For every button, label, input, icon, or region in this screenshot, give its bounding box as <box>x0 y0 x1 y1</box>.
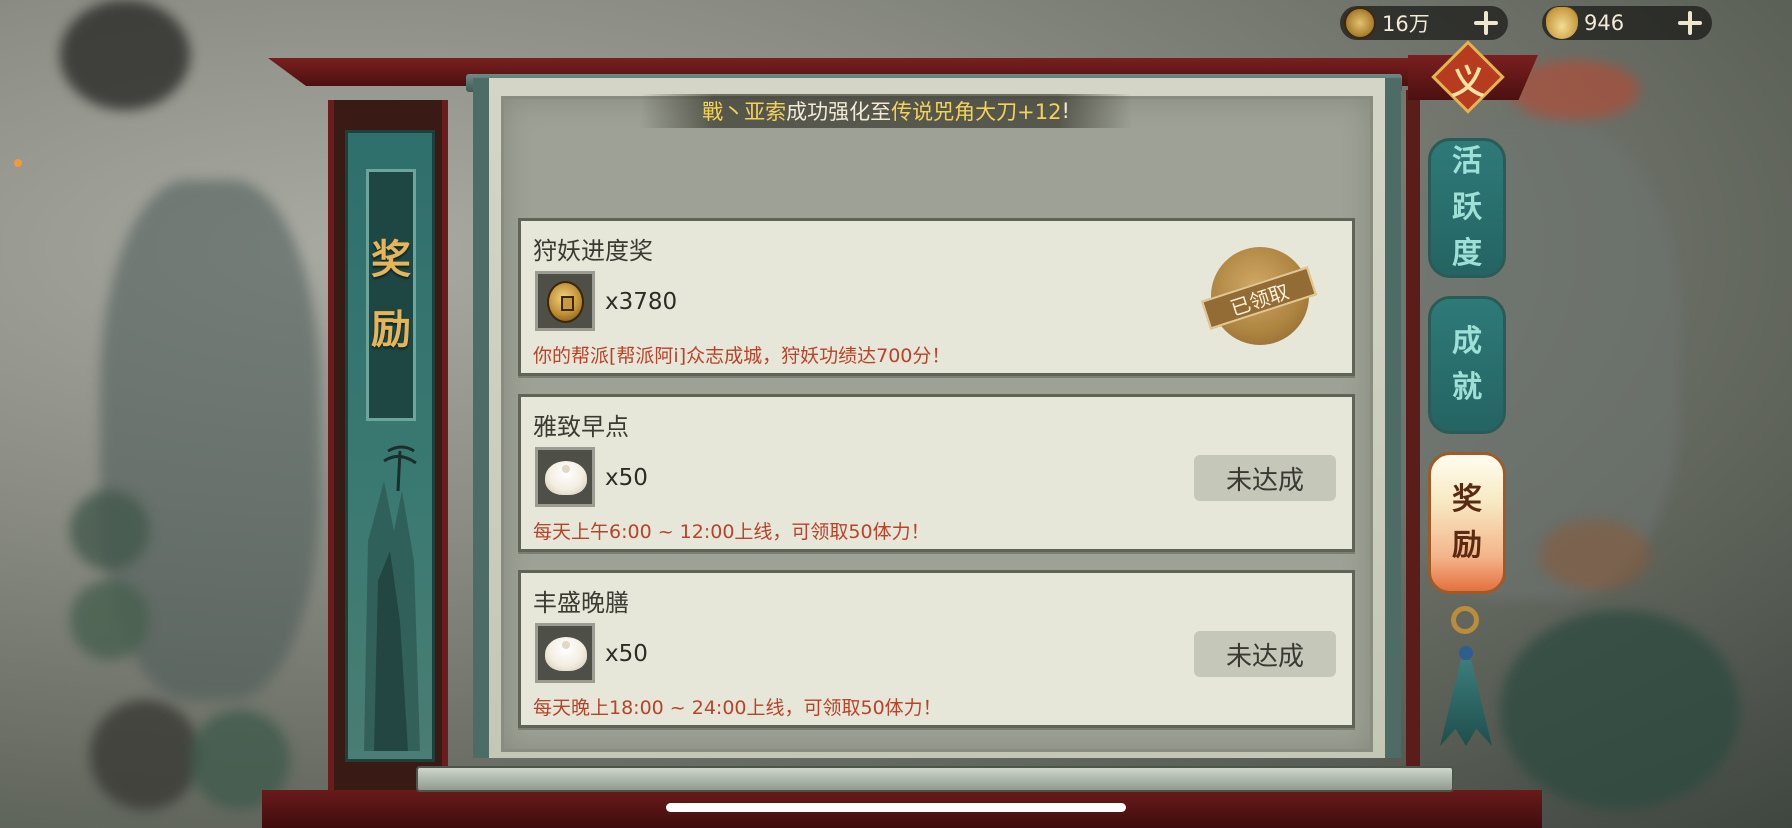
reward-title: 雅致早点 <box>533 413 629 441</box>
marquee-end: ! <box>1061 99 1070 123</box>
frame-right-pillar <box>1406 90 1420 790</box>
gold-ingot-icon <box>1546 7 1578 39</box>
reward-card: 丰盛晚膳 x50 每天晚上18:00 ~ 24:00上线，可领取50体力！ 未达… <box>518 570 1355 728</box>
scroll-bottom-rod <box>416 766 1454 792</box>
broadcast-marquee: 戰丶亚索 成功强化至 传说兕角大刀+12 ! <box>640 94 1132 128</box>
claimed-status-label: 已领取 <box>1201 266 1317 330</box>
reward-description: 每天晚上18:00 ~ 24:00上线，可领取50体力！ <box>533 697 942 719</box>
reward-item-slot[interactable] <box>535 623 595 683</box>
marquee-item-name: 传说兕角大刀+12 <box>891 100 1062 124</box>
jade-ring-ornament <box>1451 606 1479 634</box>
gold-ingot-counter: 946 <box>1542 6 1712 40</box>
steamed-bun-icon <box>545 461 587 495</box>
copper-coin-icon <box>1344 7 1376 39</box>
tab-label-char: 跃 <box>1452 190 1482 225</box>
banner-char: 奖 <box>371 236 411 283</box>
reward-card: 雅致早点 x50 每天上午6:00 ~ 12:00上线，可领取50体力！ 未达成 <box>518 394 1355 552</box>
tab-label-char: 活 <box>1452 144 1482 179</box>
reward-description: 你的帮派[帮派阿i]众志成城，狩妖功绩达700分！ <box>533 345 951 367</box>
add-coin-button[interactable] <box>1472 9 1500 37</box>
tab-rewards[interactable]: 奖 励 <box>1428 452 1506 594</box>
steamed-bun-icon <box>545 637 587 671</box>
gold-ingot-value: 946 <box>1584 11 1625 35</box>
not-achieved-button[interactable]: 未达成 <box>1194 455 1336 501</box>
reward-description: 每天上午6:00 ~ 12:00上线，可领取50体力！ <box>533 521 930 543</box>
copper-coin-icon <box>547 281 584 323</box>
reward-title: 狩妖进度奖 <box>533 237 653 265</box>
notification-dot <box>14 159 22 167</box>
add-ingot-button[interactable] <box>1676 9 1704 37</box>
tab-label-char: 励 <box>1452 528 1482 563</box>
tab-label-char: 就 <box>1452 370 1482 405</box>
marquee-text: 成功强化至 <box>786 100 892 124</box>
not-achieved-button[interactable]: 未达成 <box>1194 631 1336 677</box>
tab-label-char: 成 <box>1452 324 1482 359</box>
tab-label-char: 度 <box>1452 236 1482 271</box>
reward-quantity: x3780 <box>605 289 678 315</box>
tab-activity[interactable]: 活 跃 度 <box>1428 138 1506 278</box>
guild-emblem-char: 义 <box>1451 63 1485 103</box>
copper-coin-value: 16万 <box>1382 12 1430 36</box>
reward-quantity: x50 <box>605 641 648 667</box>
reward-card: 狩妖进度奖 x3780 你的帮派[帮派阿i]众志成城，狩妖功绩达700分！ 已领… <box>518 218 1355 376</box>
banner-char: 励 <box>371 306 411 353</box>
section-banner: 奖 励 <box>345 130 435 762</box>
claimed-stamp: 已领取 <box>1201 247 1317 345</box>
reward-quantity: x50 <box>605 465 648 491</box>
copper-coin-counter: 16万 <box>1340 6 1508 40</box>
home-indicator-bar[interactable] <box>666 803 1126 812</box>
banner-title: 奖 励 <box>366 169 416 421</box>
cliff-pine-painting <box>364 445 420 751</box>
reward-item-slot[interactable] <box>535 447 595 507</box>
bead-ornament <box>1459 646 1473 660</box>
reward-item-slot[interactable] <box>535 271 595 331</box>
tab-label-char: 奖 <box>1452 482 1482 517</box>
reward-title: 丰盛晚膳 <box>533 589 629 617</box>
tab-achievement[interactable]: 成 就 <box>1428 296 1506 434</box>
marquee-player-name: 戰丶亚索 <box>702 100 787 124</box>
